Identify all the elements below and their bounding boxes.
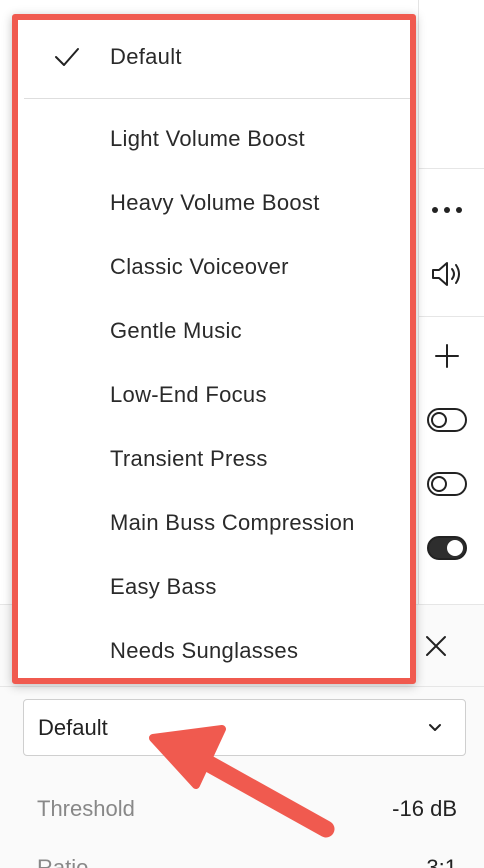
ratio-label: Ratio bbox=[37, 855, 89, 868]
toggle-knob bbox=[447, 540, 463, 556]
menu-item-default[interactable]: Default bbox=[18, 28, 410, 86]
menu-item-main-buss-compression[interactable]: Main Buss Compression bbox=[18, 494, 410, 552]
toolbar-divider bbox=[419, 316, 484, 317]
menu-item-label: Default bbox=[110, 44, 182, 69]
toggle-knob bbox=[431, 476, 447, 492]
menu-item-label: Gentle Music bbox=[110, 318, 242, 343]
toggle-knob bbox=[431, 412, 447, 428]
menu-item-label: Needs Sunglasses bbox=[110, 638, 299, 663]
speaker-icon bbox=[432, 262, 460, 286]
toggle-switch-3[interactable] bbox=[427, 536, 467, 560]
menu-item-label: Heavy Volume Boost bbox=[110, 190, 320, 215]
toolbar-divider bbox=[419, 168, 484, 169]
menu-item-label: Classic Voiceover bbox=[110, 254, 289, 279]
more-options-button[interactable] bbox=[425, 188, 469, 232]
menu-item-label: Light Volume Boost bbox=[110, 126, 305, 151]
menu-item-gentle-music[interactable]: Gentle Music bbox=[18, 302, 410, 360]
preset-select[interactable]: Default bbox=[23, 699, 466, 756]
ratio-value: 3:1 bbox=[426, 855, 457, 868]
right-toolbar bbox=[419, 0, 484, 600]
add-button[interactable] bbox=[425, 334, 469, 378]
menu-item-label: Transient Press bbox=[110, 446, 268, 471]
menu-divider bbox=[24, 98, 410, 99]
more-icon bbox=[432, 207, 462, 213]
menu-item-heavy-volume-boost[interactable]: Heavy Volume Boost bbox=[18, 174, 410, 232]
chevron-down-icon bbox=[425, 718, 445, 738]
plus-icon bbox=[435, 344, 459, 368]
menu-item-easy-bass[interactable]: Easy Bass bbox=[18, 558, 410, 616]
menu-item-needs-sunglasses[interactable]: Needs Sunglasses bbox=[18, 622, 410, 680]
menu-item-low-end-focus[interactable]: Low-End Focus bbox=[18, 366, 410, 424]
menu-item-label: Low-End Focus bbox=[110, 382, 267, 407]
threshold-row: Threshold -16 dB bbox=[37, 796, 457, 822]
menu-item-light-volume-boost[interactable]: Light Volume Boost bbox=[18, 110, 410, 168]
close-button[interactable] bbox=[418, 626, 454, 666]
menu-item-label: Easy Bass bbox=[110, 574, 217, 599]
ratio-row: Ratio 3:1 bbox=[37, 855, 457, 868]
preset-dropdown-menu: Default Light Volume Boost Heavy Volume … bbox=[12, 14, 416, 684]
threshold-value: -16 dB bbox=[392, 796, 457, 821]
toggle-switch-1[interactable] bbox=[427, 408, 467, 432]
close-icon bbox=[426, 636, 446, 656]
threshold-label: Threshold bbox=[37, 796, 135, 821]
menu-item-classic-voiceover[interactable]: Classic Voiceover bbox=[18, 238, 410, 296]
menu-item-label: Main Buss Compression bbox=[110, 510, 355, 535]
menu-item-transient-press[interactable]: Transient Press bbox=[18, 430, 410, 488]
app-stage: Default Threshold -16 dB Ratio 3:1 Defau… bbox=[0, 0, 484, 868]
volume-button[interactable] bbox=[425, 252, 469, 296]
card-divider bbox=[0, 686, 484, 687]
toggle-switch-2[interactable] bbox=[427, 472, 467, 496]
preset-select-value: Default bbox=[38, 714, 108, 740]
checkmark-icon bbox=[55, 48, 79, 66]
